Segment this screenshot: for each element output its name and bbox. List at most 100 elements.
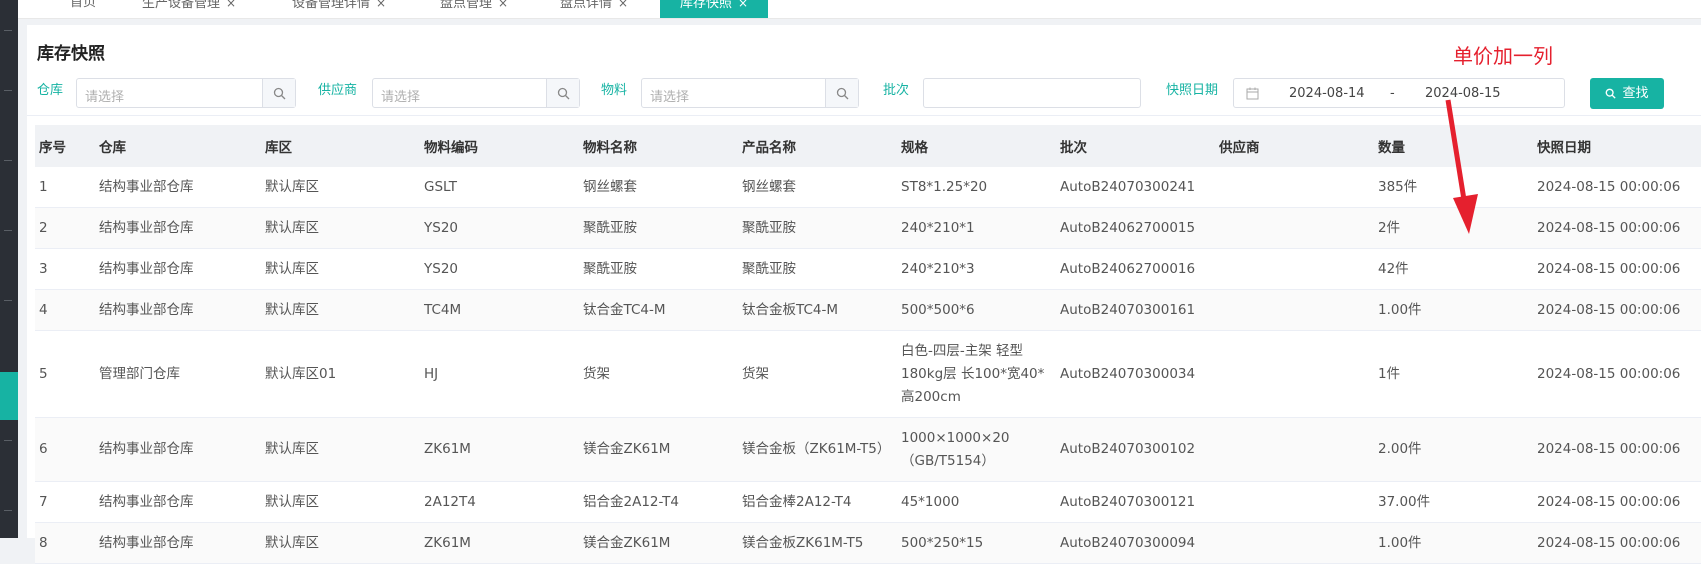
search-icon: [1606, 88, 1617, 99]
warehouse-select[interactable]: 请选择: [76, 78, 296, 108]
table-cell: [1215, 167, 1374, 208]
sidebar-item-active[interactable]: [0, 372, 18, 420]
batch-input[interactable]: [923, 78, 1141, 108]
search-button[interactable]: 查找: [1590, 78, 1664, 109]
table-cell: 聚酰亚胺: [738, 207, 897, 249]
table-cell: 500*250*15: [897, 522, 1056, 564]
table-cell: 2024-08-15 00:00:06: [1533, 167, 1701, 208]
table-row[interactable]: 8 结构事业部仓库 默认库区 ZK61M 镁合金ZK61M 镁合金板ZK61M-T5 500…: [35, 522, 1701, 564]
table-cell: 2024-08-15 00:00:06: [1533, 417, 1701, 482]
column-header[interactable]: 供应商: [1215, 125, 1374, 167]
table-cell: 钛合金板TC4-M: [738, 289, 897, 331]
table-cell: 铝合金2A12-T4: [579, 481, 738, 523]
table-cell: 聚酰亚胺: [738, 248, 897, 290]
search-button-label: 查找: [1622, 86, 1649, 101]
table-cell: 聚酰亚胺: [579, 207, 738, 249]
table-cell: GSLT: [420, 167, 579, 208]
material-select[interactable]: 请选择: [641, 78, 859, 108]
table-cell: 默认库区: [261, 417, 420, 482]
tab-label: 盘点管理: [440, 0, 493, 11]
annotation-text: 单价加一列: [1453, 44, 1553, 68]
table-cell: 结构事业部仓库: [95, 481, 261, 523]
column-header[interactable]: 批次: [1056, 125, 1215, 167]
calendar-icon: [1246, 87, 1259, 100]
column-header[interactable]: 仓库: [95, 125, 261, 167]
table-cell: AutoB24070300241: [1056, 167, 1215, 208]
sidebar-divider: [4, 30, 12, 31]
table-row[interactable]: 7 结构事业部仓库 默认库区 2A12T4 铝合金2A12-T4 铝合金棒2A12-T4 4…: [35, 481, 1701, 523]
table-cell: [1215, 207, 1374, 249]
table-cell: 结构事业部仓库: [95, 167, 261, 208]
table-cell: 2024-08-15 00:00:06: [1533, 248, 1701, 290]
supplier-select[interactable]: 请选择: [372, 78, 580, 108]
column-header[interactable]: 库区: [261, 125, 420, 167]
page-title: 库存快照: [37, 44, 105, 64]
close-icon[interactable]: ×: [738, 0, 748, 10]
close-icon[interactable]: ×: [376, 0, 386, 10]
table-cell: 结构事业部仓库: [95, 522, 261, 564]
column-header[interactable]: 产品名称: [738, 125, 897, 167]
column-header[interactable]: 序号: [35, 125, 95, 167]
table-cell: 240*210*1: [897, 207, 1056, 249]
table-cell: [1215, 248, 1374, 290]
tab-label: 库存快照: [680, 0, 733, 11]
tab-production-equipment[interactable]: 生产设备管理 ×: [142, 0, 236, 18]
table-cell: 结构事业部仓库: [95, 248, 261, 290]
material-search-button[interactable]: [825, 79, 858, 107]
search-icon: [836, 87, 849, 100]
table-row[interactable]: 6 结构事业部仓库 默认库区 ZK61M 镁合金ZK61M 镁合金板（ZK61M-T5） 1…: [35, 417, 1701, 482]
table-cell: 默认库区: [261, 207, 420, 249]
table-cell: 1.00件: [1374, 289, 1533, 331]
table-cell: AutoB24062700016: [1056, 248, 1215, 290]
column-header[interactable]: 物料编码: [420, 125, 579, 167]
table-row[interactable]: 3 结构事业部仓库 默认库区 YS20 聚酰亚胺 聚酰亚胺 240*210*3 AutoB24…: [35, 248, 1701, 290]
search-icon: [273, 87, 286, 100]
tab-equipment-detail[interactable]: 设备管理详情 ×: [292, 0, 386, 18]
table-cell: 2024-08-15 00:00:06: [1533, 207, 1701, 249]
start-date[interactable]: 2024-08-14: [1289, 86, 1365, 101]
tab-bar: 首页 生产设备管理 × 设备管理详情 × 盘点管理 × 盘点详情 × 库存快照 ×: [18, 0, 1701, 19]
snapshot-date-label: 快照日期: [1166, 83, 1219, 98]
close-icon[interactable]: ×: [226, 0, 236, 10]
tab-label: 盘点详情: [560, 0, 613, 11]
column-header[interactable]: 快照日期: [1533, 125, 1701, 167]
table-cell: 默认库区01: [261, 330, 420, 418]
warehouse-search-button[interactable]: [262, 79, 295, 107]
table-cell: 2024-08-15 00:00:06: [1533, 481, 1701, 523]
table-cell: 钢丝螺套: [738, 167, 897, 208]
close-icon[interactable]: ×: [498, 0, 508, 10]
batch-label: 批次: [883, 83, 910, 98]
table-row[interactable]: 5 管理部门仓库 默认库区01 HJ 货架 货架 白色-四层-主架 轻型180kg层 长10…: [35, 330, 1701, 418]
table-cell: 货架: [738, 330, 897, 418]
table-cell: 白色-四层-主架 轻型180kg层 长100*宽40*高200cm: [897, 330, 1056, 418]
table-cell: 1000×1000×20（GB/T5154）: [897, 417, 1056, 482]
warehouse-placeholder: 请选择: [85, 90, 125, 105]
table-cell: 货架: [579, 330, 738, 418]
material-placeholder: 请选择: [650, 90, 690, 105]
table-cell: [1215, 481, 1374, 523]
tab-inventory-snapshot[interactable]: 库存快照 ×: [660, 0, 769, 18]
tab-count-detail[interactable]: 盘点详情 ×: [560, 0, 628, 18]
table-cell: 钢丝螺套: [579, 167, 738, 208]
tab-inventory-count[interactable]: 盘点管理 ×: [440, 0, 508, 18]
table-cell: 4: [35, 289, 95, 331]
supplier-search-button[interactable]: [546, 79, 579, 107]
column-header[interactable]: 规格: [897, 125, 1056, 167]
column-header[interactable]: 物料名称: [579, 125, 738, 167]
table-cell: ZK61M: [420, 417, 579, 482]
snapshot-date-range[interactable]: 2024-08-14 - 2024-08-15: [1233, 78, 1565, 108]
table-cell: 默认库区: [261, 481, 420, 523]
table-row[interactable]: 4 结构事业部仓库 默认库区 TC4M 钛合金TC4-M 钛合金板TC4-M 500*500…: [35, 289, 1701, 331]
table-cell: 结构事业部仓库: [95, 289, 261, 331]
tab-home[interactable]: 首页: [70, 0, 96, 18]
table-cell: YS20: [420, 207, 579, 249]
close-icon[interactable]: ×: [618, 0, 628, 10]
table-cell: 8: [35, 522, 95, 564]
table-cell: 结构事业部仓库: [95, 417, 261, 482]
table-cell: 1.00件: [1374, 522, 1533, 564]
supplier-placeholder: 请选择: [381, 90, 421, 105]
table-cell: 结构事业部仓库: [95, 207, 261, 249]
table-cell: 2A12T4: [420, 481, 579, 523]
table-cell: 镁合金板（ZK61M-T5）: [738, 417, 897, 482]
table-cell: 2024-08-15 00:00:06: [1533, 522, 1701, 564]
